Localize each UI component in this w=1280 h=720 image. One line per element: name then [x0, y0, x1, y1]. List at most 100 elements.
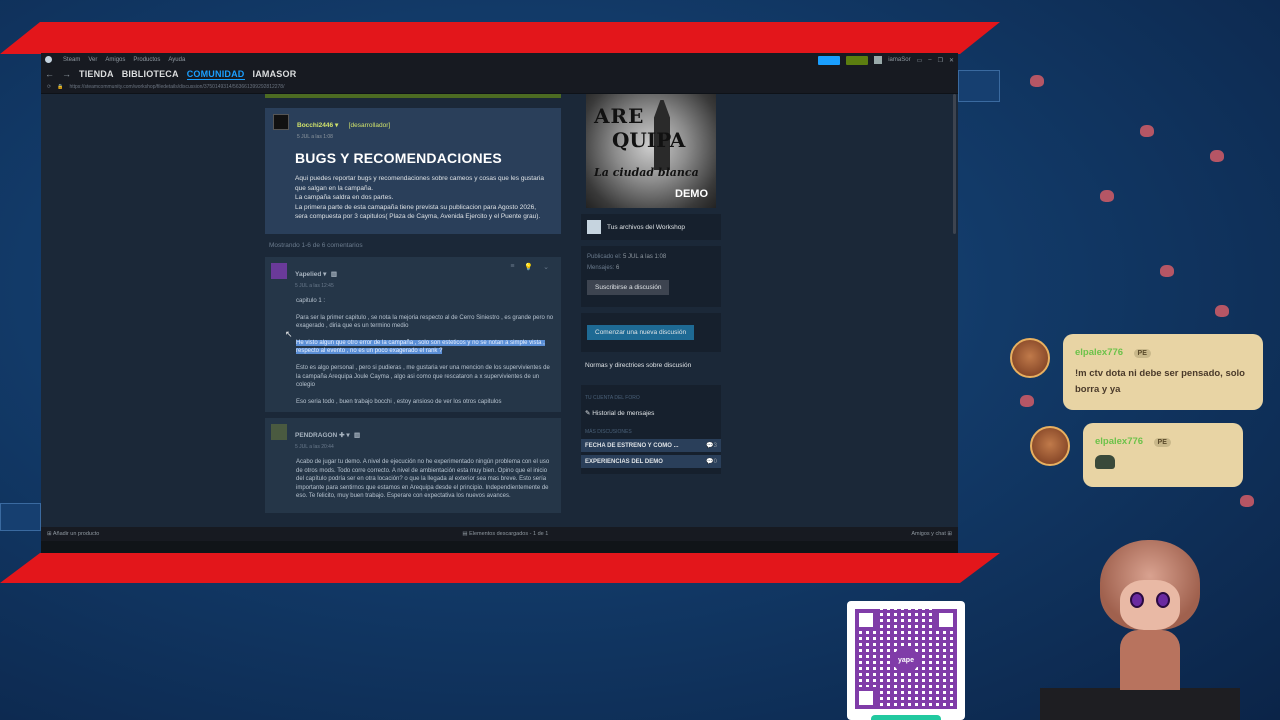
menu-ayuda[interactable]: Ayuda	[168, 57, 185, 63]
chat-username: elpalex776	[1075, 347, 1124, 358]
menu-steam[interactable]: Steam	[63, 57, 80, 63]
nav-biblioteca[interactable]: BIBLIOTECA	[122, 69, 179, 79]
subscribe-button[interactable]: Suscribirse a discusión	[587, 280, 670, 295]
paw-decoration	[1215, 305, 1229, 317]
scrollbar[interactable]	[953, 94, 956, 234]
broadcast-button[interactable]	[818, 55, 841, 65]
chevron-down-icon[interactable]: ▾	[333, 122, 338, 129]
discussion-link[interactable]: FECHA DE ESTRENO Y COMO ... 💬3	[581, 439, 721, 452]
forward-arrow-icon[interactable]: →	[62, 69, 71, 79]
add-product-label: Añadir un producto	[52, 531, 100, 537]
image-title-line: QUIPA	[612, 128, 686, 152]
comment-body: capitulo 1 : Para ser la primer capitulo…	[296, 297, 554, 406]
close-icon[interactable]: ✕	[949, 57, 954, 64]
badge-icon: ▥	[354, 432, 361, 439]
url-bar[interactable]: ⟳ 🔒 https://steamcommunity.com/workshop/…	[41, 81, 958, 94]
yape-qr-code: yape	[847, 601, 965, 720]
chevron-down-icon[interactable]: ✚ ▾	[337, 432, 350, 439]
new-discussion-button[interactable]: Comenzar una nueva discusión	[587, 325, 695, 340]
comment: Yapelied ▾ ▥ 5 JUL a las 12:45 ≡ 💡 ⌄ cap…	[265, 257, 561, 412]
avatar[interactable]	[271, 424, 287, 440]
nav-iamasor[interactable]: IAMASOR	[253, 69, 297, 79]
friends-chat-label: Amigos y chat	[911, 531, 946, 537]
paw-decoration	[1100, 190, 1114, 202]
comment-author[interactable]: PENDRAGON	[295, 432, 337, 439]
steam-statusbar: ⊞ Añadir un producto ▤ Elementos descarg…	[41, 527, 958, 541]
comment-date: 5 JUL a las 20:44	[295, 444, 334, 450]
country-badge: PE	[1153, 438, 1171, 447]
minimize-icon[interactable]: –	[928, 57, 931, 63]
award-icon[interactable]: 💡	[524, 263, 533, 271]
forum-account-box: TU CUENTA DEL FORO ✎ Historial de mensaj…	[581, 385, 721, 474]
paw-decoration	[1020, 395, 1034, 407]
avatar[interactable]	[273, 114, 289, 130]
image-tag: DEMO	[675, 188, 708, 200]
more-icon[interactable]: ⌄	[543, 263, 549, 271]
comment-icon: 💬	[706, 443, 714, 449]
maximize-icon[interactable]: ❐	[938, 57, 943, 64]
steam-logo-icon	[45, 55, 55, 65]
emote-icon	[1095, 455, 1115, 469]
chevron-down-icon[interactable]: ▾	[321, 271, 326, 278]
image-title-line: ARE	[594, 104, 645, 128]
comment-body: Acabo de jugar tu demo. A nivel de ejecu…	[296, 458, 554, 501]
menu-amigos[interactable]: Amigos	[105, 57, 125, 63]
comment-paragraph: Eso seria todo , buen trabajo bocchi , e…	[296, 398, 502, 405]
published-value: 5 JUL a las 1:08	[623, 254, 667, 260]
chat-icon: ⊞	[945, 531, 952, 537]
desk-graphic	[1040, 688, 1240, 720]
quote-icon[interactable]: ≡	[510, 263, 514, 271]
chat-username: elpalex776	[1095, 436, 1144, 447]
screen-icon[interactable]: ▭	[917, 57, 923, 64]
op-author[interactable]: Bocchi2446	[297, 122, 333, 129]
published-label: Publicado el:	[587, 254, 622, 260]
downloads-status[interactable]: ▤ Elementos descargados - 1 de 1	[462, 531, 548, 537]
comment-author[interactable]: Yapelied	[295, 271, 321, 278]
new-discussion-box: Comenzar una nueva discusión	[581, 313, 721, 352]
url-text[interactable]: https://steamcommunity.com/workshop/file…	[69, 84, 284, 90]
workshop-item-image[interactable]: ARE QUIPA La ciudad blanca DEMO	[586, 94, 716, 208]
workshop-files-box[interactable]: Tus archivos del Workshop	[581, 214, 721, 240]
avatar[interactable]	[271, 263, 287, 279]
comment-icon: 💬	[706, 459, 714, 465]
account-menu[interactable]: iamaSor	[888, 57, 910, 63]
chat-text: !m ctv dota ni debe ser pensado, solo bo…	[1075, 368, 1245, 395]
discussion-count: 0	[713, 459, 717, 465]
add-product-button[interactable]: ⊞ Añadir un producto	[47, 531, 99, 537]
comment-date: 5 JUL a las 12:45	[295, 283, 334, 289]
qr-label-bar	[871, 715, 941, 720]
selected-text: He visto algun que otro error de la camp…	[296, 339, 545, 355]
mouse-cursor-icon: ↖	[285, 329, 293, 339]
reload-icon[interactable]: ⟳	[47, 84, 51, 90]
lock-icon: 🔒	[57, 84, 64, 90]
chat-message: elpalex776 PE !m ctv dota ni debe ser pe…	[1063, 334, 1263, 410]
op-body: Aqui puedes reportar bugs y recomendacio…	[295, 174, 545, 222]
avatar	[1030, 426, 1070, 466]
message-history-link[interactable]: ✎ Historial de mensajes	[581, 405, 721, 421]
paw-decoration	[1240, 495, 1254, 507]
op-date: 5 JUL a las 1:08	[297, 134, 333, 140]
workshop-files-link[interactable]: Tus archivos del Workshop	[607, 224, 685, 231]
frame-strip	[958, 70, 1000, 102]
nav-comunidad[interactable]: COMUNIDAD	[186, 69, 245, 80]
red-frame-top	[0, 22, 1000, 54]
op-paragraph: La campaña saldra en dos partes.	[295, 194, 394, 201]
avatar[interactable]	[874, 56, 883, 64]
messages-label: Mensajes:	[587, 265, 615, 271]
notifications-button[interactable]	[846, 55, 869, 65]
rules-link[interactable]: Normas y directrices sobre discusión	[581, 352, 721, 379]
menu-ver[interactable]: Ver	[88, 57, 97, 63]
menu-productos[interactable]: Productos	[133, 57, 160, 63]
discussion-column: Bocchi2446 ▾ [desarrollador] 5 JUL a las…	[265, 94, 561, 513]
paw-decoration	[1210, 150, 1224, 162]
windows-taskbar	[41, 541, 958, 553]
downloads-label: Elementos descargados - 1 de 1	[469, 531, 549, 537]
back-arrow-icon[interactable]: ←	[45, 69, 54, 79]
discussion-link[interactable]: EXPERIENCIAS DEL DEMO 💬0	[581, 455, 721, 468]
section-label: MÁS DISCUSIONES	[585, 429, 632, 435]
comment-paragraph: Para ser la primer capitulo , se nota la…	[296, 314, 554, 330]
paw-decoration	[1030, 75, 1044, 87]
nav-tienda[interactable]: TIENDA	[79, 69, 114, 79]
friends-chat-button[interactable]: Amigos y chat ⊞	[911, 531, 952, 537]
paw-decoration	[1160, 265, 1174, 277]
